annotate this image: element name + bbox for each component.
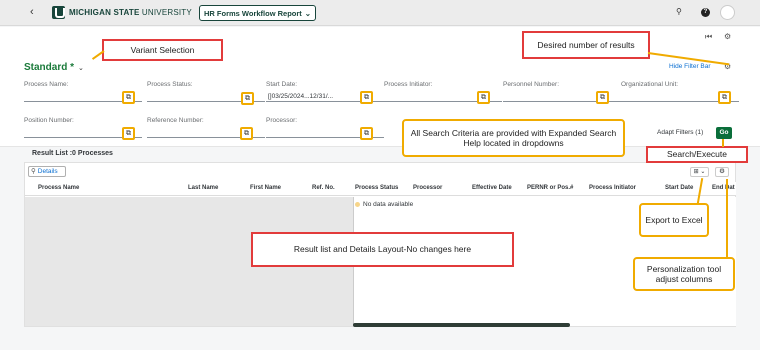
- column-header-end-date[interactable]: End Dat: [712, 185, 735, 191]
- column-header-process-initiator[interactable]: Process Initiator: [589, 185, 636, 191]
- process-name-label: Process Name:: [24, 81, 69, 88]
- app-title-label: HR Forms Workflow Report: [204, 8, 302, 18]
- column-header-first-name[interactable]: First Name: [250, 185, 281, 191]
- hide-filter-bar-link[interactable]: Hide Filter Bar: [669, 63, 711, 70]
- back-icon[interactable]: ‹: [30, 6, 34, 18]
- column-header-processor[interactable]: Processor: [413, 185, 442, 191]
- start-date-label: Start Date:: [266, 81, 298, 88]
- column-header-process-status[interactable]: Process Status: [355, 185, 398, 191]
- callout-result-layout: Result list and Details Layout-No change…: [251, 232, 514, 267]
- column-header-last-name[interactable]: Last Name: [188, 185, 218, 191]
- column-header-ref-no[interactable]: Ref. No.: [312, 185, 335, 191]
- arrow: [722, 139, 724, 147]
- position-number-label: Position Number:: [24, 117, 74, 124]
- adapt-filters-link[interactable]: Adapt Filters (1): [657, 129, 703, 136]
- msu-logo[interactable]: MICHIGAN STATE UNIVERSITY: [52, 6, 192, 19]
- search-icon[interactable]: ⚲: [676, 7, 682, 16]
- details-label: Details: [37, 168, 58, 175]
- column-header-process-name[interactable]: Process Name: [38, 185, 79, 191]
- organizational-unit-label: Organizational Unit:: [621, 81, 679, 88]
- personnel-number-label: Personnel Number:: [503, 81, 559, 88]
- callout-personalization: Personalization tool adjust columns: [633, 257, 735, 291]
- app-title-menu[interactable]: HR Forms Workflow Report ⌄: [199, 5, 317, 21]
- skip-to-start-icon[interactable]: ⏮: [705, 32, 712, 42]
- variant-selector[interactable]: Standard * ⌄: [24, 62, 84, 73]
- callout-search-criteria: All Search Criteria are provided with Ex…: [402, 119, 625, 157]
- info-dot-icon: [355, 202, 360, 207]
- value-help-icon[interactable]: ⧉: [718, 91, 731, 104]
- personalization-settings-icon[interactable]: ⚙: [715, 167, 729, 177]
- go-button[interactable]: Go: [716, 127, 732, 139]
- reference-number-label: Reference Number:: [147, 117, 204, 124]
- value-help-icon[interactable]: ⧉: [122, 91, 135, 104]
- callout-variant-selection: Variant Selection: [102, 39, 223, 61]
- help-icon[interactable]: ?: [701, 8, 710, 17]
- chevron-down-icon: ⌄: [304, 8, 312, 18]
- column-header-pernr-pos[interactable]: PERNR or Pos.#: [527, 185, 573, 191]
- logo-text: MICHIGAN STATE UNIVERSITY: [69, 8, 192, 17]
- callout-search-execute: Search/Execute: [646, 146, 748, 163]
- value-help-icon[interactable]: ⧉: [360, 127, 373, 140]
- column-header-start-date[interactable]: Start Date: [665, 185, 693, 191]
- no-data-text: No data available: [363, 201, 414, 208]
- avatar[interactable]: [720, 5, 735, 20]
- column-header-effective-date[interactable]: Effective Date: [472, 185, 512, 191]
- result-list-title: Result List :0 Processes: [32, 150, 113, 157]
- processor-label: Processor:: [266, 117, 298, 124]
- export-excel-button[interactable]: ⊞ ⌄: [690, 167, 709, 177]
- no-data-message: No data available: [355, 201, 413, 208]
- value-help-icon[interactable]: ⧉: [477, 91, 490, 104]
- chevron-down-icon: ⌄: [78, 64, 84, 72]
- spartan-helmet-icon: [52, 6, 65, 19]
- value-help-icon[interactable]: ⧉: [241, 92, 254, 105]
- process-status-label: Process Status:: [147, 81, 193, 88]
- settings-icon[interactable]: ⚙: [724, 32, 731, 41]
- search-icon: ⚲: [31, 168, 36, 175]
- details-search-input[interactable]: ⚲ Details: [28, 166, 66, 177]
- value-help-icon[interactable]: ⧉: [122, 127, 135, 140]
- shell-bar: ‹ MICHIGAN STATE UNIVERSITY HR Forms Wor…: [0, 0, 760, 26]
- callout-desired-results: Desired number of results: [522, 31, 650, 59]
- value-help-icon[interactable]: ⧉: [240, 127, 253, 140]
- value-help-icon[interactable]: ⧉: [596, 91, 609, 104]
- process-initiator-label: Process Initiator:: [384, 81, 433, 88]
- variant-name: Standard *: [24, 62, 75, 73]
- value-help-icon[interactable]: ⧉: [360, 91, 373, 104]
- start-date-value: []03/25/2024...12/31/...: [268, 93, 334, 100]
- callout-export-excel: Export to Excel: [639, 203, 709, 237]
- horizontal-scrollbar[interactable]: [353, 323, 570, 327]
- arrow: [726, 179, 728, 258]
